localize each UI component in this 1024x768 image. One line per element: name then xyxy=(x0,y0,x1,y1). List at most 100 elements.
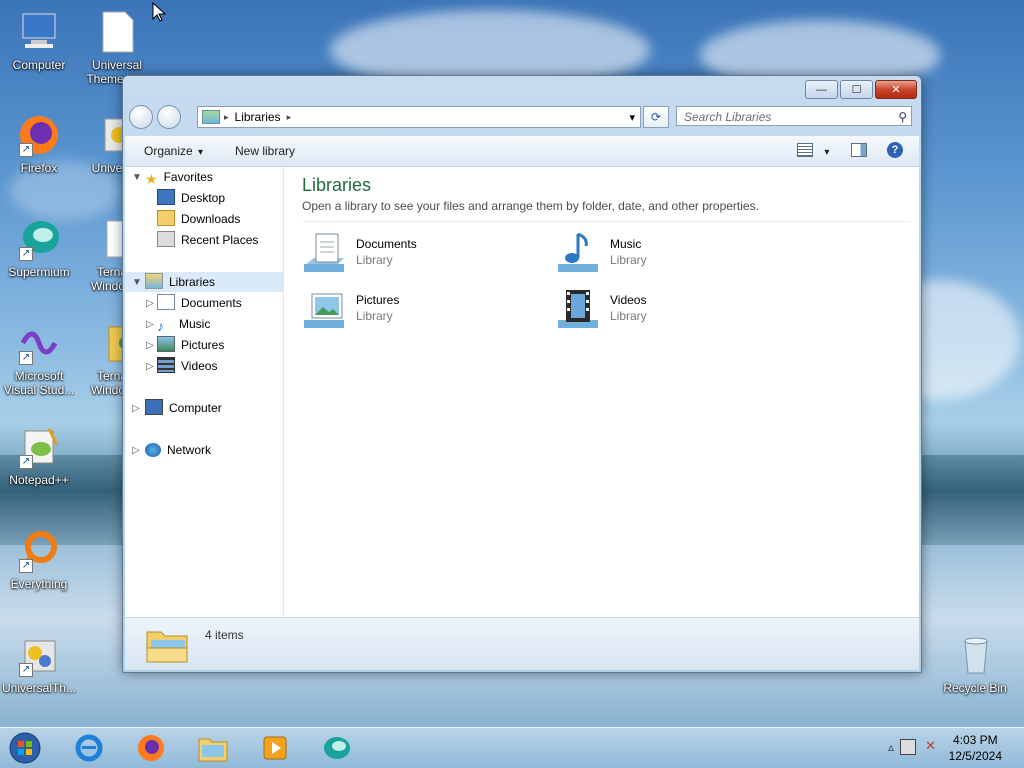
nav-downloads[interactable]: Downloads xyxy=(157,209,240,229)
network-tray-icon[interactable] xyxy=(900,739,916,755)
collapse-arrow-icon[interactable]: ▼ xyxy=(132,172,142,183)
system-clock[interactable]: 4:03 PM 12/5/2024 xyxy=(949,732,1002,764)
change-view-button[interactable]: ▾ xyxy=(797,143,829,158)
library-item-pictures[interactable]: Pictures Library xyxy=(302,286,502,336)
divider xyxy=(302,221,911,222)
firefox-icon: ↗ xyxy=(17,113,61,157)
nav-favorites[interactable]: ★ Favorites xyxy=(145,167,213,187)
nav-desktop[interactable]: Desktop xyxy=(157,188,225,208)
nav-label: Libraries xyxy=(169,275,216,289)
library-name: Videos xyxy=(610,293,647,307)
address-bar[interactable]: ▸ Libraries ▸ ▾ xyxy=(197,106,641,128)
expand-arrow-icon[interactable]: ▷ xyxy=(132,445,140,456)
desktop-icon-firefox[interactable]: ↗ Firefox xyxy=(2,113,76,175)
taskbar-firefox[interactable] xyxy=(130,731,172,765)
item-count: 4 items xyxy=(205,628,244,642)
pictures-icon xyxy=(157,336,175,352)
close-button[interactable]: ✕ xyxy=(875,80,917,99)
address-dropdown-icon[interactable]: ▾ xyxy=(629,111,635,124)
volume-muted-icon[interactable]: ✕ xyxy=(925,738,936,754)
preview-pane-icon xyxy=(851,143,867,157)
library-type: Library xyxy=(610,309,647,323)
taskbar-ie[interactable] xyxy=(68,731,110,765)
help-button[interactable]: ? xyxy=(887,142,903,158)
address-location[interactable]: Libraries xyxy=(235,110,281,124)
expand-arrow-icon[interactable]: ▷ xyxy=(146,319,154,330)
desktop-icon-universalth[interactable]: ↗ UniversalTh... xyxy=(2,633,76,695)
new-library-button[interactable]: New library xyxy=(235,144,295,158)
supermium-icon: ↗ xyxy=(17,217,61,261)
taskbar-explorer[interactable] xyxy=(192,731,234,765)
nav-music[interactable]: ♪ Music xyxy=(157,314,210,334)
start-button[interactable] xyxy=(4,731,46,765)
libraries-icon xyxy=(145,273,163,289)
mouse-cursor-icon xyxy=(152,2,166,22)
taskbar-supermium[interactable] xyxy=(316,731,358,765)
videos-icon xyxy=(157,357,175,373)
forward-button[interactable] xyxy=(157,105,181,129)
desktop-icon-recycle-bin[interactable]: Recycle Bin xyxy=(938,633,1012,695)
computer-icon xyxy=(145,399,163,415)
library-name: Music xyxy=(610,237,642,251)
music-library-icon xyxy=(556,230,604,278)
desktop-icon-supermium[interactable]: ↗ Supermium xyxy=(2,217,76,279)
libraries-content: Libraries Open a library to see your fil… xyxy=(284,167,919,617)
search-icon[interactable]: ⚲ xyxy=(898,107,907,127)
computer-icon xyxy=(17,10,61,54)
chevron-down-icon: ▾ xyxy=(824,147,830,158)
desktop-icon-visual-studio[interactable]: ↗ Microsoft Visual Stud... xyxy=(2,321,76,397)
internet-explorer-icon xyxy=(75,734,103,762)
back-button[interactable] xyxy=(129,105,153,129)
collapse-arrow-icon[interactable]: ▼ xyxy=(132,277,142,288)
nav-libraries[interactable]: Libraries xyxy=(125,272,283,292)
desktop-icon-label: Computer xyxy=(12,58,66,72)
page-title: Libraries xyxy=(302,175,372,195)
address-separator[interactable]: ▸ xyxy=(287,112,292,123)
desktop-icon xyxy=(157,189,175,205)
minimize-button[interactable]: — xyxy=(805,80,838,99)
desktop-icon-notepadpp[interactable]: ↗ Notepad++ xyxy=(2,425,76,487)
address-separator[interactable]: ▸ xyxy=(224,112,229,123)
navigation-pane: ▼ ★ Favorites Desktop Downloads Recent Pl… xyxy=(125,167,284,617)
nav-label: Music xyxy=(179,317,211,331)
expand-arrow-icon[interactable]: ▷ xyxy=(146,340,154,351)
desktop-icon-computer[interactable]: Computer xyxy=(2,10,76,72)
nav-pictures[interactable]: Pictures xyxy=(157,335,224,355)
refresh-button[interactable]: ⟳ xyxy=(643,106,669,128)
nav-recent-places[interactable]: Recent Places xyxy=(157,230,258,250)
visual-studio-icon: ↗ xyxy=(17,321,61,365)
taskbar: ▵ ✕ 4:03 PM 12/5/2024 xyxy=(0,727,1024,768)
view-icon xyxy=(797,143,813,157)
preview-pane-button[interactable] xyxy=(851,143,867,160)
nav-computer[interactable]: Computer xyxy=(145,398,222,418)
desktop-icon-everything[interactable]: ↗ Everything xyxy=(2,529,76,591)
notepadpp-icon: ↗ xyxy=(17,425,61,469)
maximize-button[interactable]: ☐ xyxy=(840,80,873,99)
library-name: Pictures xyxy=(356,293,400,307)
library-type: Library xyxy=(356,309,393,323)
nav-documents[interactable]: Documents xyxy=(157,293,242,313)
nav-label: Desktop xyxy=(181,191,226,205)
nav-videos[interactable]: Videos xyxy=(157,356,217,376)
organize-button[interactable]: Organize ▾ xyxy=(144,144,203,158)
desktop-icon-label: UniversalTh... xyxy=(2,681,77,695)
desktop-icon-label: Everything xyxy=(10,577,68,591)
library-name: Documents xyxy=(356,237,417,251)
library-item-videos[interactable]: Videos Library xyxy=(556,286,756,336)
libraries-icon xyxy=(202,110,220,124)
desktop-icon-label: Microsoft Visual Stud... xyxy=(3,369,75,397)
documents-library-icon xyxy=(302,230,350,278)
search-input[interactable]: Search Libraries ⚲ xyxy=(676,106,912,126)
nav-label: Favorites xyxy=(163,170,213,184)
library-item-music[interactable]: Music Library xyxy=(556,230,756,280)
nav-network[interactable]: Network xyxy=(145,440,211,460)
expand-arrow-icon[interactable]: ▷ xyxy=(132,403,140,414)
explorer-window[interactable]: — ☐ ✕ ▸ Libraries ▸ ▾ ⟳ Search Libraries… xyxy=(122,75,922,673)
expand-arrow-icon[interactable]: ▷ xyxy=(146,361,154,372)
desktop-icon-label: Notepad++ xyxy=(9,473,69,487)
expand-arrow-icon[interactable]: ▷ xyxy=(146,298,154,309)
nav-label: Documents xyxy=(181,296,242,310)
library-item-documents[interactable]: Documents Library xyxy=(302,230,502,280)
show-hidden-icons-button[interactable]: ▵ xyxy=(888,740,894,754)
taskbar-media-player[interactable] xyxy=(254,731,296,765)
